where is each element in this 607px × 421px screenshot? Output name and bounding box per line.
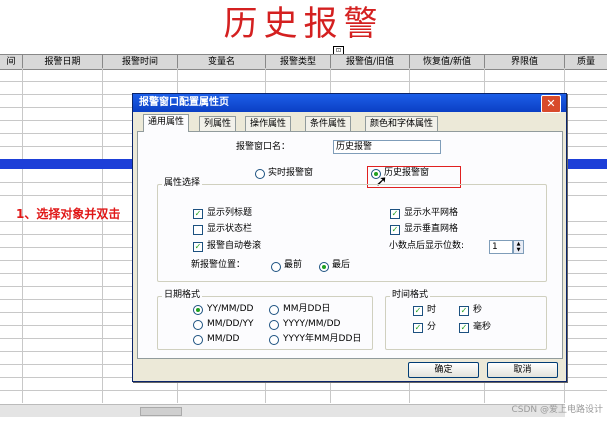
- radio-realtime-label: 实时报警窗: [268, 168, 314, 178]
- date-yyyy-cn-label: YYYY年MM月DD日: [283, 334, 362, 344]
- position-last-label: 最后: [332, 260, 351, 270]
- col-header-alarm-type: 报警类型: [266, 55, 331, 69]
- decimal-places-input[interactable]: 1: [489, 240, 513, 254]
- grid-col-line: [22, 68, 23, 403]
- col-header-time-partial: 间: [0, 55, 23, 69]
- checkbox-time-hour[interactable]: ✓: [413, 306, 423, 316]
- time-format-group-label: 时间格式: [390, 290, 431, 301]
- decimal-places-label: 小数点后显示位数:: [389, 241, 465, 251]
- radio-realtime-window[interactable]: [255, 169, 265, 179]
- tab-columns[interactable]: 列属性: [199, 116, 237, 132]
- position-first-label: 最前: [284, 260, 303, 270]
- checkbox-show-h-grid[interactable]: ✓: [390, 209, 400, 219]
- date-yyyy-mm-dd-label: YYYY/MM/DD: [283, 319, 341, 329]
- alarm-grid-header: 间 报警日期 报警时间 变量名 报警类型 报警值/旧值 恢复值/新值 界限值 质…: [0, 54, 607, 70]
- auto-scroll-label: 报警自动卷滚: [207, 241, 262, 251]
- watermark: CSDN @爱上电路设计: [511, 405, 603, 415]
- radio-date-yyyy-cn[interactable]: [269, 335, 279, 345]
- radio-position-last[interactable]: [319, 262, 329, 272]
- tab-general[interactable]: 通用属性: [143, 114, 190, 132]
- date-mm-dd-cn-label: MM月DD日: [283, 304, 331, 314]
- show-col-title-label: 显示列标题: [207, 208, 253, 218]
- radio-date-mm-dd[interactable]: [193, 335, 203, 345]
- show-h-grid-label: 显示水平网格: [404, 208, 459, 218]
- show-status-bar-label: 显示状态栏: [207, 224, 253, 234]
- grid-col-line: [102, 68, 103, 403]
- new-alarm-position-label: 新报警位置：: [191, 260, 246, 270]
- radio-date-yyyy-mm-dd[interactable]: [269, 320, 279, 330]
- radio-position-first[interactable]: [271, 262, 281, 272]
- scrollbar-thumb[interactable]: [140, 407, 182, 416]
- date-mm-dd-yy-label: MM/DD/YY: [207, 319, 254, 329]
- alarm-window-properties-dialog: 报警窗口配置属性页 ✕ 通用属性 列属性 操作属性 条件属性 颜色和字体属性 报…: [132, 93, 567, 382]
- checkbox-auto-scroll[interactable]: ✓: [193, 242, 203, 252]
- col-header-variable-name: 变量名: [178, 55, 266, 69]
- tab-colors-fonts[interactable]: 颜色和字体属性: [365, 116, 439, 132]
- date-yy-mm-dd-label: YY/MM/DD: [207, 304, 254, 314]
- time-second-label: 秒: [473, 305, 483, 315]
- page-title: 历史报警: [223, 4, 384, 44]
- col-header-recover-new-value: 恢复值/新值: [410, 55, 485, 69]
- close-button[interactable]: ✕: [541, 95, 561, 113]
- instruction-annotation: 1、选择对象并双击: [16, 207, 121, 221]
- decimal-places-spinner[interactable]: ▲ ▼: [513, 240, 524, 254]
- col-header-limit-value: 界限值: [485, 55, 565, 69]
- col-header-alarm-old-value: 报警值/旧值: [331, 55, 410, 69]
- dialog-titlebar[interactable]: 报警窗口配置属性页 ✕: [133, 94, 566, 113]
- close-icon: ✕: [546, 97, 556, 110]
- properties-group-label: 属性选择: [162, 178, 203, 189]
- checkbox-time-minute[interactable]: ✓: [413, 323, 423, 333]
- checkbox-time-millisecond[interactable]: ✓: [459, 323, 469, 333]
- checkbox-show-status-bar[interactable]: [193, 225, 203, 235]
- dialog-title: 报警窗口配置属性页: [139, 97, 229, 108]
- col-header-alarm-time: 报警时间: [103, 55, 178, 69]
- checkbox-time-second[interactable]: ✓: [459, 306, 469, 316]
- ok-button[interactable]: 确定: [408, 362, 479, 378]
- col-header-alarm-date: 报警日期: [23, 55, 103, 69]
- radio-date-yy-mm-dd[interactable]: [193, 305, 203, 315]
- grid-row-line: [0, 390, 607, 391]
- radio-date-mm-dd-yy[interactable]: [193, 320, 203, 330]
- time-millisecond-label: 毫秒: [473, 322, 492, 332]
- time-hour-label: 时: [427, 305, 437, 315]
- show-v-grid-label: 显示垂直网格: [404, 224, 459, 234]
- checkbox-show-v-grid[interactable]: ✓: [390, 225, 400, 235]
- tab-conditions[interactable]: 条件属性: [305, 116, 352, 132]
- time-minute-label: 分: [427, 322, 437, 332]
- col-header-quality: 质量: [576, 57, 595, 67]
- window-name-label: 报警窗口名：: [236, 142, 291, 152]
- date-format-group-label: 日期格式: [162, 290, 203, 301]
- radio-date-mm-dd-cn[interactable]: [269, 305, 279, 315]
- cancel-button[interactable]: 取消: [487, 362, 558, 378]
- window-name-input[interactable]: 历史报警: [333, 140, 441, 154]
- tab-operations[interactable]: 操作属性: [245, 116, 292, 132]
- horizontal-scrollbar[interactable]: [0, 404, 565, 417]
- checkbox-show-col-title[interactable]: ✓: [193, 209, 203, 219]
- date-mm-dd-label: MM/DD: [207, 334, 240, 344]
- grid-row-line: [0, 81, 607, 82]
